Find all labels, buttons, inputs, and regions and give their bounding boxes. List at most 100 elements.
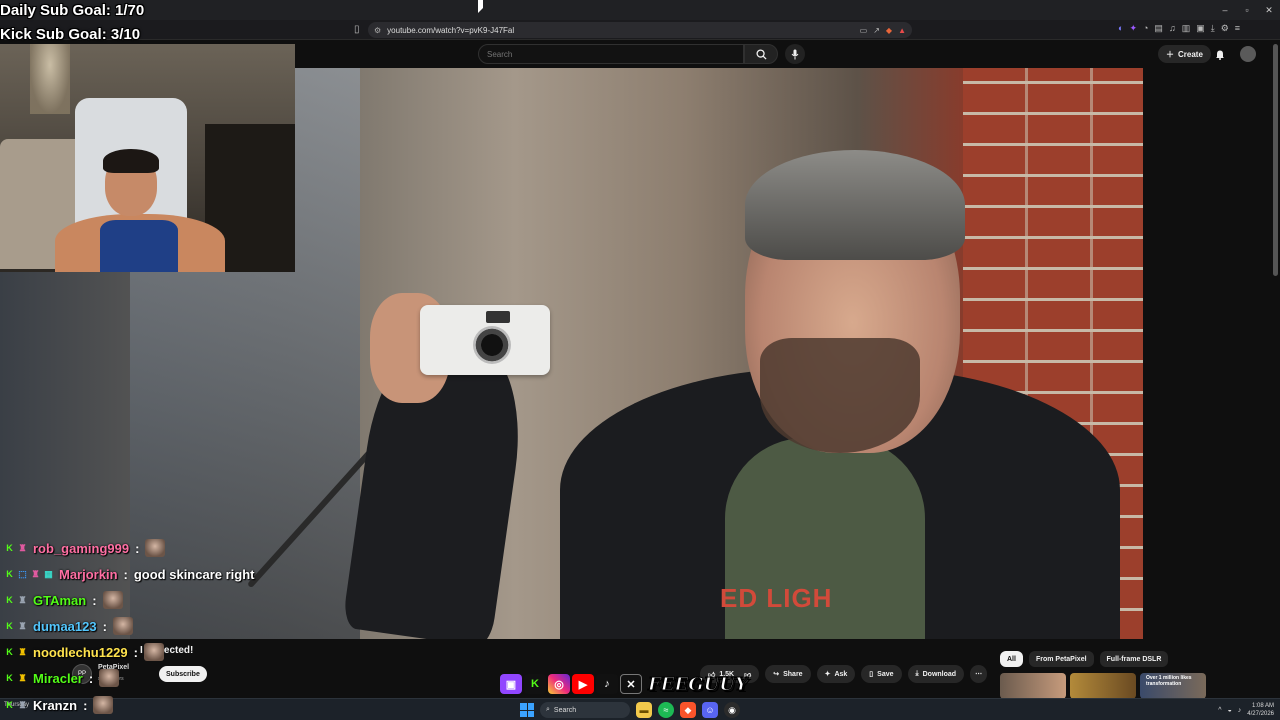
close-icon[interactable]: ✕ bbox=[1258, 0, 1280, 20]
cast-icon[interactable]: ▭ bbox=[860, 26, 868, 35]
recommendation-chips: All From PetaPixel Full-frame DSLR bbox=[1000, 651, 1169, 667]
thumbnail-caption: Over 1 million likes transformation bbox=[1146, 675, 1192, 687]
more-icon: ⋯ bbox=[975, 671, 983, 678]
url-box[interactable]: ⚙ youtube.com/watch?v=pvK9-J47Fal ▭ ↗ ◆ … bbox=[368, 22, 912, 38]
share-button[interactable]: ↪ Share bbox=[765, 665, 811, 683]
more-actions-button[interactable]: ⋯ bbox=[970, 665, 988, 683]
account-avatar[interactable] bbox=[1240, 46, 1256, 62]
search-box bbox=[478, 44, 744, 64]
camera-flash bbox=[486, 311, 510, 323]
rewards-icon[interactable]: ▲ bbox=[898, 26, 906, 35]
recommended-thumbnail[interactable] bbox=[1000, 673, 1066, 699]
network-icon[interactable]: ◒ bbox=[1228, 707, 1232, 714]
gift-badge-icon: ♜ bbox=[18, 699, 27, 710]
extension-icon[interactable]: ◐ bbox=[1118, 23, 1123, 34]
streamer-shirt bbox=[100, 220, 178, 272]
downloads-icon[interactable]: ⤓ bbox=[1211, 23, 1215, 34]
twitch-icon: ▣ bbox=[500, 674, 522, 694]
sidebar-icon[interactable]: ▥ bbox=[1182, 23, 1191, 34]
chat-username: rob_gaming999 bbox=[33, 540, 130, 556]
system-tray: ^ ◒ ♪ 1:08 AM 4/27/2026 bbox=[1218, 701, 1274, 719]
gift-badge-icon: ♜ bbox=[18, 672, 27, 683]
download-button[interactable]: ⤓ Download bbox=[907, 665, 965, 683]
voice-search-button[interactable] bbox=[785, 44, 805, 64]
chat-separator: : bbox=[123, 566, 128, 582]
browser-tab-strip: – ▫ ✕ bbox=[0, 0, 1280, 20]
emote-icon bbox=[145, 539, 166, 557]
ask-label: Ask bbox=[834, 670, 848, 678]
taskbar-search[interactable]: ⌕ Search bbox=[540, 702, 630, 718]
page-scrollbar[interactable] bbox=[1273, 44, 1278, 276]
ask-button[interactable]: ✦ Ask bbox=[816, 665, 856, 683]
share-arrow-icon: ↪ bbox=[773, 671, 780, 678]
chat-message: K ♜ GTAman : bbox=[4, 590, 123, 610]
menu-icon[interactable]: ≡ bbox=[1235, 23, 1240, 34]
emote-icon bbox=[112, 617, 133, 635]
tiktok-icon: ♪ bbox=[596, 674, 618, 694]
chat-separator: : bbox=[88, 670, 94, 686]
tray-chevron-icon[interactable]: ^ bbox=[1218, 707, 1221, 714]
url-text[interactable]: youtube.com/watch?v=pvK9-J47Fal bbox=[387, 26, 514, 35]
create-button[interactable]: ＋ Create bbox=[1158, 45, 1211, 63]
save-button[interactable]: ▯ Save bbox=[861, 665, 902, 683]
wallet-icon[interactable]: ▣ bbox=[1196, 23, 1205, 34]
music-icon[interactable]: ♫ bbox=[1169, 23, 1176, 34]
chat-username: Kranzn bbox=[33, 697, 78, 713]
share-icon[interactable]: ↗ bbox=[873, 26, 880, 35]
bookmark-icon[interactable]: ▯ bbox=[354, 24, 363, 36]
window-controls: – ▫ ✕ bbox=[1214, 0, 1280, 20]
sparkle-icon: ✦ bbox=[824, 671, 831, 678]
settings-icon[interactable]: ⚙ bbox=[1221, 23, 1229, 34]
kick-badge-icon: K bbox=[6, 569, 13, 579]
save-label: Save bbox=[877, 670, 894, 678]
gift-badge-icon: ♜ bbox=[31, 568, 40, 579]
emote-icon bbox=[102, 591, 123, 609]
lamp bbox=[30, 44, 70, 114]
discord-icon[interactable]: ☺ bbox=[702, 702, 718, 718]
share-label: Share bbox=[783, 670, 803, 678]
gift-badge-icon: ♜ bbox=[18, 542, 27, 553]
gift-badge-icon: ♜ bbox=[18, 620, 27, 631]
mouse-cursor-icon bbox=[478, 0, 483, 13]
shield-icon[interactable]: ◆ bbox=[886, 26, 892, 35]
camera-lens bbox=[473, 326, 511, 364]
volume-icon[interactable]: ♪ bbox=[1238, 707, 1242, 714]
minimize-icon[interactable]: – bbox=[1214, 0, 1236, 20]
download-icon: ⤓ bbox=[915, 670, 919, 677]
shirt-print: ED LIGH bbox=[720, 583, 833, 613]
clock-time: 1:08 AM bbox=[1251, 703, 1274, 709]
kick-badge-icon: K bbox=[6, 673, 13, 683]
subscribe-button[interactable]: Subscribe bbox=[159, 666, 207, 682]
obs-icon[interactable]: ◉ bbox=[724, 702, 740, 718]
chat-message: K ⬚ ♜ ▦ Marjorkin : good skincare right bbox=[4, 564, 254, 584]
kick-badge-icon: K bbox=[6, 647, 13, 657]
site-info-icon[interactable]: ⚙ bbox=[374, 26, 381, 35]
person-hair bbox=[745, 150, 965, 260]
file-explorer-icon[interactable]: ▬ bbox=[636, 702, 652, 718]
chat-message: K ♜ noodlechu1229 : bbox=[4, 642, 164, 662]
recommended-thumbnail[interactable] bbox=[1070, 673, 1136, 699]
daily-sub-goal: Daily Sub Goal: 1/70 bbox=[0, 2, 145, 19]
streamer-hair bbox=[103, 149, 159, 173]
chip-full-frame-dslr[interactable]: Full-frame DSLR bbox=[1099, 651, 1169, 667]
restore-icon[interactable]: ▫ bbox=[1236, 0, 1258, 20]
chip-all[interactable]: All bbox=[1000, 651, 1023, 667]
verified-badge-icon: ⬚ bbox=[18, 568, 27, 579]
chat-message: K ♜ rob_gaming999 : bbox=[4, 538, 166, 558]
notifications-button[interactable] bbox=[1212, 46, 1228, 62]
chat-username: dumaa123 bbox=[33, 618, 97, 634]
chat-username: Marjorkin bbox=[59, 566, 118, 582]
search-button[interactable] bbox=[744, 44, 778, 64]
windows-start-icon[interactable] bbox=[520, 703, 534, 717]
chip-from-channel[interactable]: From PetaPixel bbox=[1028, 651, 1094, 667]
extension-icon[interactable]: ◔ bbox=[1143, 23, 1148, 34]
extension-icon[interactable]: ▤ bbox=[1154, 23, 1163, 34]
extension-icon[interactable]: ✦ bbox=[1129, 23, 1137, 34]
clock-date: 4/27/2026 bbox=[1247, 711, 1274, 717]
clock[interactable]: 1:08 AM 4/27/2026 bbox=[1247, 702, 1274, 718]
spotify-icon[interactable]: ≈ bbox=[658, 702, 674, 718]
search-input[interactable] bbox=[487, 49, 743, 59]
gift-badge-icon: ♜ bbox=[18, 594, 27, 605]
address-bar: ▯ ⚙ youtube.com/watch?v=pvK9-J47Fal ▭ ↗ … bbox=[0, 20, 1280, 40]
brave-icon[interactable]: ◆ bbox=[680, 702, 696, 718]
